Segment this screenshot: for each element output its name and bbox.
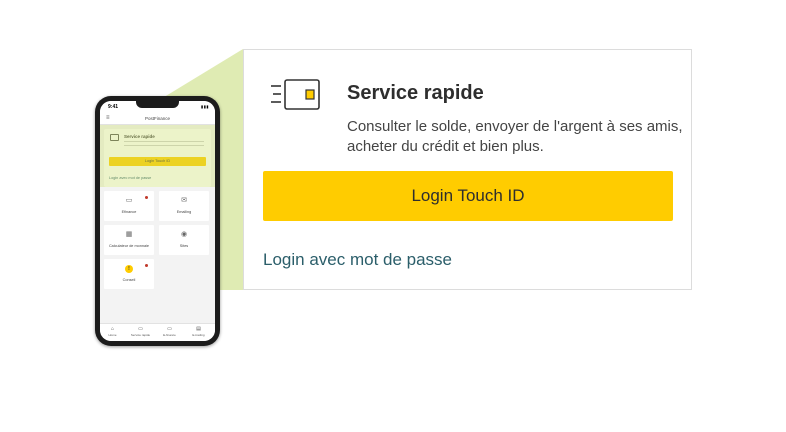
fast-card-icon xyxy=(271,79,320,110)
phone-mockup: 9:41 ▮▮▮ ≡ PostFinance Service rapide Lo… xyxy=(95,96,220,346)
notification-dot xyxy=(145,196,148,199)
bottom-tab-bar: ⌂ Home ▭ Service rapide ▭ E-finance ▤ E-… xyxy=(100,323,215,341)
highlight-overlay xyxy=(100,125,215,187)
tile-sites[interactable]: ◉ Sites xyxy=(159,225,209,255)
tab-home[interactable]: ⌂ Home xyxy=(100,326,125,337)
service-description: Consulter le solde, envoyer de l'argent … xyxy=(347,118,683,155)
mail-icon: ✉ xyxy=(181,197,187,204)
tile-label: Emailing xyxy=(176,210,192,214)
tab-label: Home xyxy=(108,333,117,337)
location-pin-icon: ◉ xyxy=(180,231,188,238)
app-bar: ≡ PostFinance xyxy=(100,113,215,125)
phone-notch xyxy=(136,101,179,108)
signal-icon: ▮▮▮ xyxy=(200,104,209,109)
app-title: PostFinance xyxy=(144,116,170,121)
tab-efinance[interactable]: ▭ E-finance xyxy=(157,326,182,337)
home-icon: ⌂ xyxy=(110,326,115,332)
tile-label: Calculateur de monnaie xyxy=(108,244,150,248)
chart-icon: ▤ xyxy=(196,326,201,332)
info-coin-icon: ! xyxy=(125,265,133,273)
tab-label: Service rapide xyxy=(130,333,151,337)
tab-label: E-trading xyxy=(192,333,205,337)
login-password-link[interactable]: Login avec mot de passe xyxy=(263,250,452,270)
tile-label: Efinance xyxy=(121,210,137,214)
laptop-icon: ▭ xyxy=(125,197,133,204)
notification-dot xyxy=(145,264,148,267)
tab-label: E-finance xyxy=(163,333,176,337)
tile-emailing[interactable]: ✉ Emailing xyxy=(159,191,209,221)
tile-calculator[interactable]: ▦ Calculateur de monnaie xyxy=(104,225,154,255)
tab-service-rapide[interactable]: ▭ Service rapide xyxy=(128,326,153,337)
tab-etrading[interactable]: ▤ E-trading xyxy=(186,326,211,337)
status-time: 9:41 xyxy=(108,104,119,110)
service-title: Service rapide xyxy=(347,82,484,104)
tile-efinance[interactable]: ▭ Efinance xyxy=(104,191,154,221)
phone-screen: 9:41 ▮▮▮ ≡ PostFinance Service rapide Lo… xyxy=(100,101,215,341)
calculator-icon: ▦ xyxy=(125,231,133,238)
tile-conseil[interactable]: ! Conseil xyxy=(104,259,154,289)
tile-label: Conseil xyxy=(122,278,136,282)
laptop-icon: ▭ xyxy=(167,326,172,332)
service-rapide-callout: Service rapide Consulter le solde, envoy… xyxy=(243,49,692,290)
login-touch-id-button[interactable]: Login Touch ID xyxy=(263,171,673,221)
tile-label: Sites xyxy=(179,244,189,248)
card-icon: ▭ xyxy=(138,326,143,332)
